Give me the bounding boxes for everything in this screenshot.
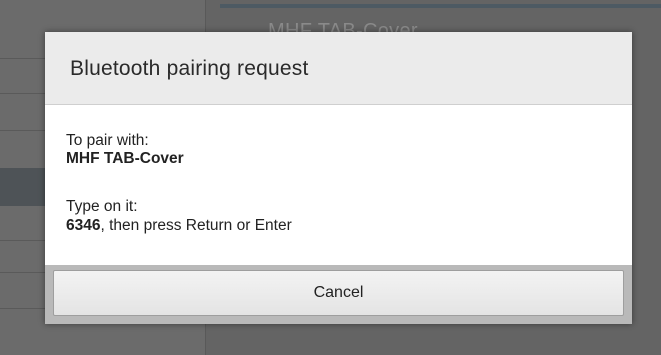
- pin-code: 6346: [66, 217, 101, 234]
- type-on-it-label: Type on it:: [66, 198, 138, 215]
- background-header-bar: [220, 4, 661, 8]
- screen: MHF TAB-Cover Bluetooth pairing request …: [0, 0, 661, 355]
- dialog-body: To pair with: MHF TAB-Cover Type on it: …: [45, 105, 632, 265]
- cancel-button[interactable]: Cancel: [53, 270, 624, 316]
- dialog-header: Bluetooth pairing request: [45, 32, 632, 105]
- pair-with-label: To pair with:: [66, 132, 149, 149]
- instruction-text: , then press Return or Enter: [100, 217, 292, 234]
- pin-instruction: 6346, then press Return or Enter: [66, 217, 292, 235]
- dialog-footer: Cancel: [45, 265, 632, 324]
- pairing-dialog: Bluetooth pairing request To pair with: …: [45, 32, 632, 324]
- dialog-title: Bluetooth pairing request: [70, 57, 309, 80]
- device-name: MHF TAB-Cover: [66, 150, 184, 167]
